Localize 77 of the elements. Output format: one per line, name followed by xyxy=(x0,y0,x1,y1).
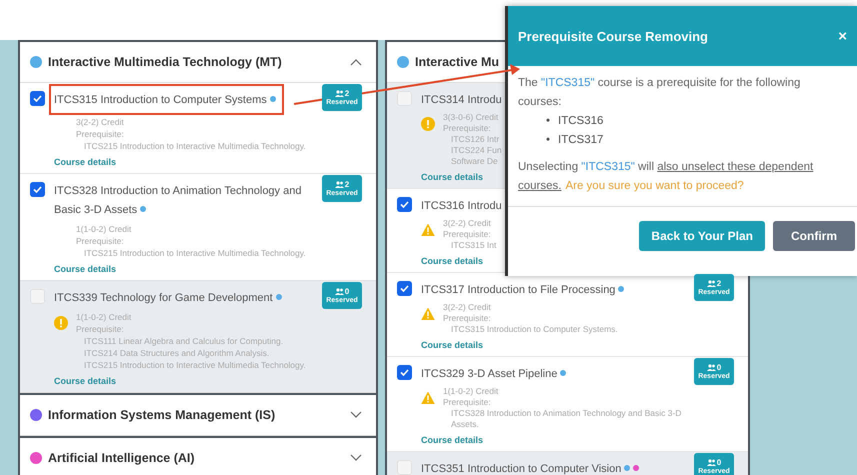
prerequisite-course: ITCS126 Intr xyxy=(451,134,500,145)
dependent-course: • ITCS317 xyxy=(546,133,604,148)
people-icon xyxy=(334,288,344,294)
people-icon xyxy=(334,180,344,188)
exclamation-circle-icon xyxy=(421,117,435,131)
checkbox[interactable] xyxy=(30,91,45,106)
checkmark-icon xyxy=(400,369,409,376)
prerequisite-course: Software De xyxy=(451,156,498,167)
course-title: ITCS316 Introdu xyxy=(421,200,502,212)
chevron-down-icon[interactable] xyxy=(350,454,362,462)
dialog-message: The "ITCS315" course is a prerequisite for the following courses: xyxy=(518,76,802,110)
credit-text: 3(3-0-6) Credit xyxy=(443,112,498,123)
course-title: ITCS317 Introduction to File Processing xyxy=(421,284,616,296)
prerequisite-course: ITCS111 Linear Algebra and Calculus for Computing. xyxy=(84,335,284,347)
prerequisite-label: Prerequisite: xyxy=(443,229,491,240)
prerequisite-course: ITCS215 Introduction to Interactive Multimedia Technology. xyxy=(84,247,306,259)
course-title: ITCS351 Introduction to Computer Vision xyxy=(421,463,622,475)
people-icon xyxy=(706,280,716,286)
credit-text: 1(1-0-2) Credit xyxy=(76,223,132,235)
credit-text: 3(2-2) Credit xyxy=(443,302,491,313)
course-title: ITCS339 Technology for Game Development xyxy=(54,292,273,304)
course-details-link[interactable]: Course details xyxy=(421,434,484,447)
course-details-link[interactable]: Course details xyxy=(54,375,116,388)
warning-icon xyxy=(421,223,435,237)
course-details-link[interactable]: Course details xyxy=(54,263,116,276)
prerequisite-label: Prerequisite: xyxy=(76,323,124,335)
prerequisite-course: ITCS214 Data Structures and Algorithm Analysis. xyxy=(84,347,270,359)
checkbox[interactable] xyxy=(30,182,45,197)
group-title[interactable]: Interactive Multimedia Technology (MT) xyxy=(48,55,282,69)
course-details-link[interactable]: Course details xyxy=(421,339,484,352)
prerequisite-course: ITCS328 Introduction to Animation Technology and Basic 3-D Assets. xyxy=(451,408,682,430)
credit-text: 1(1-0-2) Credit xyxy=(443,386,498,397)
group-title[interactable]: Information Systems Management (IS) xyxy=(48,408,276,422)
dependent-course: • ITCS316 xyxy=(546,114,604,129)
course-details-link[interactable]: Course details xyxy=(421,171,484,184)
warning-icon xyxy=(421,391,435,405)
group-title[interactable]: Artificial Intelligence (AI) xyxy=(48,451,195,465)
dialog-title: Prerequisite Course Removing xyxy=(518,28,708,44)
checkbox[interactable] xyxy=(397,281,412,296)
chevron-down-icon[interactable] xyxy=(350,411,362,419)
prerequisite-label: Prerequisite: xyxy=(443,397,491,408)
warning-icon xyxy=(421,307,435,321)
people-icon xyxy=(706,458,716,466)
credit-text: 3(2-2) Credit xyxy=(443,218,491,229)
checkbox[interactable] xyxy=(397,365,412,380)
credit-text: 3(2-2) Credit xyxy=(76,116,124,128)
chevron-up-icon[interactable] xyxy=(350,58,362,66)
checkmark-icon xyxy=(33,186,42,193)
people-icon xyxy=(334,90,344,96)
credit-text: 1(1-0-2) Credit xyxy=(76,311,132,323)
checkmark-icon xyxy=(400,285,409,292)
prerequisite-label: Prerequisite: xyxy=(443,123,491,134)
back-button[interactable]: Back to Your Plan xyxy=(639,221,765,251)
prerequisite-course: ITCS315 Introduction to Computer Systems. xyxy=(451,324,618,335)
exclamation-circle-icon xyxy=(54,316,68,330)
dialog-warning: Unselecting "ITCS315" will also unselect these dependent courses. Are you sure you want to proceed? xyxy=(518,160,814,194)
course-title: ITCS315 Introduction to Computer Systems xyxy=(54,94,267,106)
prerequisite-course: ITCS215 Introduction to Interactive Multimedia Technology. xyxy=(84,359,306,371)
prerequisite-label: Prerequisite: xyxy=(76,235,124,247)
group-title[interactable]: Interactive Mu xyxy=(415,55,500,69)
prerequisite-course: ITCS224 Fun xyxy=(451,145,502,156)
course-title: ITCS314 Introdu xyxy=(421,94,502,106)
prerequisite-course: ITCS315 Int xyxy=(451,240,496,251)
course-title: ITCS328 Introduction to Animation Technology and Basic 3-D Assets xyxy=(54,185,302,216)
course-details-link[interactable]: Course details xyxy=(421,255,484,268)
confirm-button[interactable]: Confirm xyxy=(773,221,855,251)
checkmark-icon xyxy=(33,95,42,102)
prerequisite-course: ITCS215 Introduction to Interactive Multimedia Technology. xyxy=(84,140,306,152)
prerequisite-label: Prerequisite: xyxy=(443,313,491,324)
checkbox[interactable] xyxy=(397,197,412,212)
course-title: ITCS329 3-D Asset Pipeline xyxy=(421,368,558,380)
prerequisite-label: Prerequisite: xyxy=(76,128,124,140)
checkmark-icon xyxy=(400,201,409,208)
course-details-link[interactable]: Course details xyxy=(54,156,116,169)
close-button[interactable]: × xyxy=(838,28,847,44)
checkbox[interactable] xyxy=(397,91,412,106)
people-icon xyxy=(706,364,716,370)
